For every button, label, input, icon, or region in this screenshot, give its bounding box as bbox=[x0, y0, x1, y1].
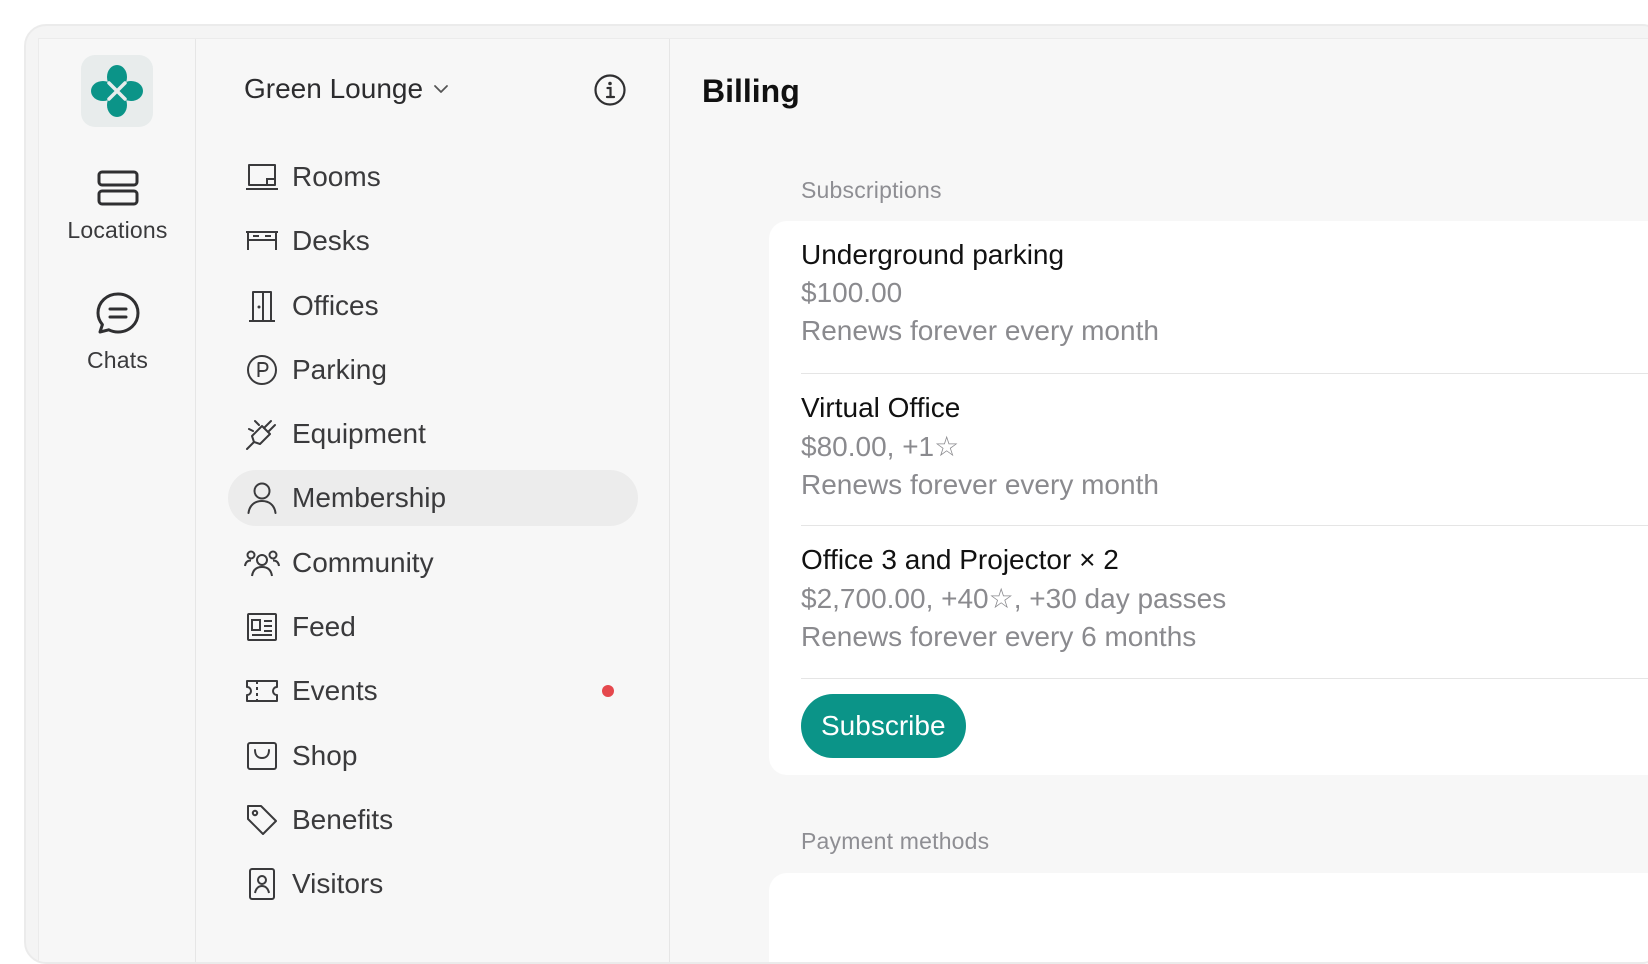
ticket-icon bbox=[246, 680, 278, 703]
nav-item-parking[interactable]: Parking bbox=[228, 342, 638, 398]
subscription-renewal: Renews forever every 6 months bbox=[801, 621, 1197, 652]
nav-item-label: Membership bbox=[292, 482, 447, 514]
nav-item-label: Events bbox=[292, 675, 378, 707]
subscription-name: Office 3 and Projector × 2 bbox=[801, 544, 1119, 575]
subscription-name: Underground parking bbox=[801, 239, 1065, 270]
newspaper-icon bbox=[247, 613, 277, 642]
nav-item-community[interactable]: Community bbox=[228, 535, 638, 591]
subscription-price: $80.00, +1☆ bbox=[801, 430, 960, 462]
nav-item-label: Benefits bbox=[292, 803, 394, 835]
group-icon bbox=[244, 550, 280, 576]
desk-icon bbox=[246, 231, 278, 251]
nav-item-visitors[interactable]: Visitors bbox=[228, 856, 638, 912]
chat-bubble-icon bbox=[96, 292, 139, 334]
clover-logo-icon bbox=[91, 65, 143, 117]
subscription-price: $100.00 bbox=[801, 277, 903, 308]
subscribe-button[interactable]: Subscribe bbox=[801, 694, 966, 758]
nav-item-label: Equipment bbox=[292, 418, 426, 450]
parking-icon bbox=[247, 354, 277, 385]
rail-item-label: Locations bbox=[67, 217, 168, 243]
nav-item-events[interactable]: Events bbox=[228, 663, 638, 719]
info-icon bbox=[594, 74, 626, 106]
nav-item-label: Visitors bbox=[292, 868, 384, 900]
nav-item-label: Community bbox=[292, 546, 434, 578]
location-nav: Green Lounge Rooms Desks Offices Parking… bbox=[196, 39, 670, 962]
subscriptions-card: Underground parking $100.00 Renews forev… bbox=[769, 221, 1648, 775]
nav-item-membership[interactable]: Membership bbox=[228, 470, 638, 527]
nav-item-shop[interactable]: Shop bbox=[228, 728, 638, 784]
nav-item-desks[interactable]: Desks bbox=[228, 213, 638, 269]
unread-badge bbox=[602, 685, 614, 698]
subscription-price: $2,700.00, +40☆, +30 day passes bbox=[801, 583, 1227, 614]
badge-icon bbox=[249, 868, 275, 901]
info-button[interactable] bbox=[593, 73, 627, 112]
plug-icon bbox=[246, 420, 276, 451]
shop-icon bbox=[247, 741, 277, 770]
payment-methods-label: Payment methods bbox=[801, 828, 990, 854]
nav-item-label: Shop bbox=[292, 739, 358, 771]
nav-list: Rooms Desks Offices Parking Equipment Me… bbox=[228, 149, 638, 921]
app-frame: Locations Chats Green Lounge Rooms Desks… bbox=[38, 38, 1648, 962]
brand-logo[interactable] bbox=[81, 55, 153, 127]
tag-icon bbox=[247, 804, 277, 835]
location-name: Green Lounge bbox=[244, 73, 424, 104]
subscription-name: Virtual Office bbox=[801, 391, 961, 423]
nav-item-equipment[interactable]: Equipment bbox=[228, 406, 638, 462]
subscription-renewal: Renews forever every month bbox=[801, 468, 1159, 500]
nav-item-label: Feed bbox=[292, 611, 356, 643]
nav-item-rooms[interactable]: Rooms bbox=[228, 149, 638, 205]
page-title: Billing bbox=[702, 73, 800, 109]
subscriptions-label: Subscriptions bbox=[801, 177, 942, 203]
nav-item-offices[interactable]: Offices bbox=[228, 278, 638, 334]
subscription-item[interactable]: Underground parking $100.00 Renews forev… bbox=[801, 221, 1648, 374]
location-switcher[interactable]: Green Lounge bbox=[244, 73, 449, 105]
nav-item-benefits[interactable]: Benefits bbox=[228, 792, 638, 848]
nav-item-label: Offices bbox=[292, 289, 379, 321]
rail-item-locations[interactable]: Locations bbox=[39, 169, 196, 244]
nav-item-label: Rooms bbox=[292, 161, 381, 192]
rail-item-label: Chats bbox=[86, 347, 149, 373]
locations-icon bbox=[97, 170, 138, 206]
app-rail: Locations Chats bbox=[39, 39, 196, 962]
door-icon bbox=[249, 290, 275, 322]
nav-item-label: Parking bbox=[292, 353, 387, 385]
subscription-item[interactable]: Office 3 and Projector × 2 $2,700.00, +4… bbox=[801, 526, 1648, 679]
nav-item-label: Desks bbox=[292, 225, 370, 257]
payment-methods-card bbox=[769, 873, 1648, 962]
person-icon bbox=[247, 482, 277, 515]
subscription-renewal: Renews forever every month bbox=[801, 315, 1159, 346]
nav-item-feed[interactable]: Feed bbox=[228, 599, 638, 655]
rail-item-chats[interactable]: Chats bbox=[39, 291, 196, 374]
chevron-down-icon bbox=[434, 85, 448, 93]
billing-main: Billing Subscriptions Underground parkin… bbox=[670, 39, 1648, 962]
room-icon bbox=[246, 164, 278, 190]
app-window: Locations Chats Green Lounge Rooms Desks… bbox=[24, 24, 1648, 964]
subscription-item[interactable]: Virtual Office $80.00, +1☆ Renews foreve… bbox=[801, 374, 1648, 526]
